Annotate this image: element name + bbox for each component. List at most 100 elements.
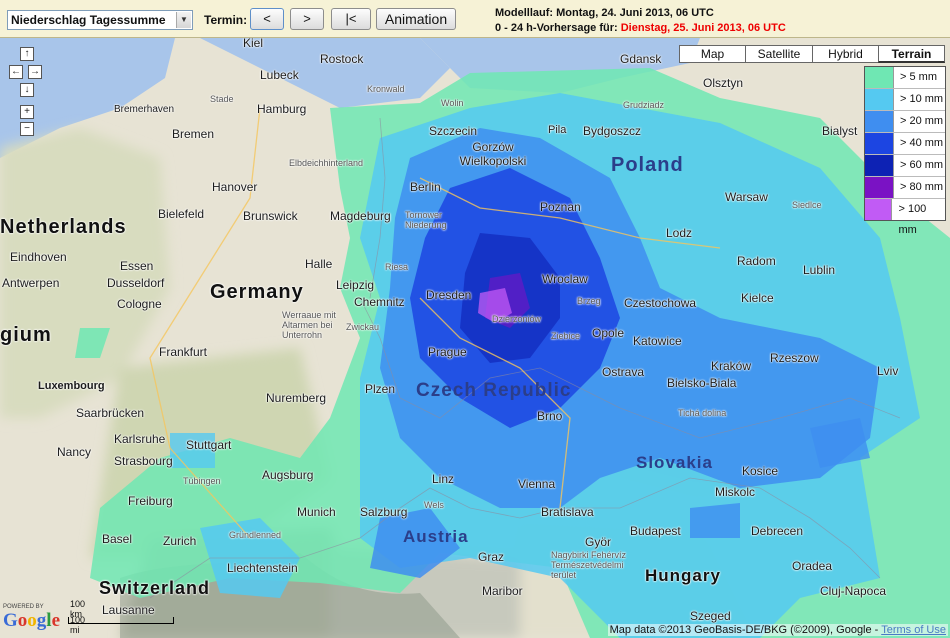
city-lublin: Lublin — [803, 263, 836, 277]
city-lodz: Lodz — [666, 226, 693, 240]
city-miskolc: Miskolc — [715, 485, 756, 499]
city-bydgoszcz: Bydgoszcz — [583, 124, 642, 138]
country-slovakia: Slovakia — [636, 453, 713, 472]
country-belgium-partial: gium — [0, 324, 52, 346]
city-szczecin: Szczecin — [429, 124, 478, 138]
map-canvas[interactable]: Kiel Rostock Lubeck Gdansk Olsztyn Stade… — [0, 38, 950, 638]
city-vienna: Vienna — [518, 477, 556, 491]
city-bielefeld: Bielefeld — [158, 207, 205, 221]
zoom-in-button[interactable]: + — [20, 105, 34, 119]
area-werraaue: Werraaue mit Altarmen bei Unterrohn — [282, 310, 336, 340]
city-szeged: Szeged — [690, 609, 731, 623]
city-freiburg: Freiburg — [128, 494, 173, 508]
map-type-hybrid[interactable]: Hybrid — [812, 45, 879, 63]
city-lviv: Lviv — [877, 364, 899, 378]
termin-label: Termin: — [204, 13, 248, 27]
legend-row: > 100 mm — [865, 199, 945, 236]
city-olsztyn: Olsztyn — [703, 76, 744, 90]
city-czestochowa: Czestochowa — [624, 296, 697, 310]
city-riesa: Riesa — [385, 262, 409, 272]
map-type-map[interactable]: Map — [679, 45, 746, 63]
country-switzerland: Switzerland — [99, 578, 211, 598]
legend-label: > 100 mm — [898, 203, 927, 236]
city-halle: Halle — [305, 257, 333, 271]
city-grudziadz: Grudziadz — [623, 100, 665, 110]
google-logo[interactable]: Google — [3, 610, 60, 632]
pan-left-button[interactable]: ← — [9, 65, 23, 79]
map-type-terrain[interactable]: Terrain — [878, 45, 945, 63]
city-cologne: Cologne — [117, 297, 162, 311]
country-austria: Austria — [403, 527, 469, 546]
map-type-control: Map Satellite Hybrid Terrain — [679, 45, 945, 63]
city-stade: Stade — [210, 94, 234, 104]
city-liechtenstein: Liechtenstein — [227, 561, 298, 575]
city-hanover: Hanover — [212, 180, 258, 194]
city-bielsko: Bielsko-Biala — [667, 376, 737, 390]
city-berlin: Berlin — [410, 180, 441, 194]
previous-button[interactable]: < — [250, 8, 284, 30]
pan-right-button[interactable]: → — [28, 65, 42, 79]
model-run-text: Modelllauf: Montag, 24. Juni 2013, 06 UT… — [495, 7, 714, 19]
city-stuttgart: Stuttgart — [186, 438, 232, 452]
city-essen: Essen — [120, 259, 154, 273]
chevron-down-icon[interactable]: ▼ — [176, 12, 191, 28]
city-bremerhaven: Bremerhaven — [114, 104, 175, 115]
city-lausanne: Lausanne — [102, 603, 155, 617]
city-rzeszow: Rzeszow — [770, 351, 819, 365]
product-select[interactable]: Niederschlag Tagessumme ▼ — [7, 10, 193, 30]
city-munich: Munich — [297, 505, 336, 519]
area-kronwald: Kronwald — [367, 84, 405, 94]
animation-button[interactable]: Animation — [376, 8, 456, 30]
attribution-text: Map data ©2013 GeoBasis-DE/BKG (©2009), … — [609, 624, 882, 636]
city-antwerpen: Antwerpen — [2, 276, 60, 290]
area-tichadolina: Tichá dolina — [678, 408, 727, 418]
zoom-out-button[interactable]: − — [20, 122, 34, 136]
city-tubingen: Tübingen — [183, 476, 221, 486]
pan-down-button[interactable]: ↓ — [20, 83, 34, 97]
terms-of-use-link[interactable]: Terms of Use — [881, 624, 946, 636]
legend-swatch — [865, 155, 894, 176]
pan-up-button[interactable]: ↑ — [20, 47, 34, 61]
city-basel: Basel — [102, 532, 133, 546]
legend-swatch — [865, 199, 893, 220]
precipitation-legend: > 5 mm > 10 mm > 20 mm > 40 mm > 60 mm >… — [864, 66, 946, 236]
city-salzburg: Salzburg — [360, 505, 408, 519]
city-nancy: Nancy — [57, 445, 92, 459]
legend-row: > 80 mm — [865, 177, 945, 199]
legend-label: > 10 mm — [900, 93, 944, 105]
city-brunswick: Brunswick — [243, 209, 298, 223]
city-bratislava: Bratislava — [541, 505, 594, 519]
city-debrecen: Debrecen — [751, 524, 804, 538]
city-wroclaw: Wroclaw — [542, 272, 588, 286]
city-chemnitz: Chemnitz — [354, 295, 405, 309]
city-plzen: Plzen — [365, 382, 396, 396]
city-dresden: Dresden — [426, 288, 472, 302]
legend-swatch — [865, 111, 894, 132]
area-tornower: Tornower Niederung — [405, 210, 447, 230]
city-budapest: Budapest — [630, 524, 681, 538]
city-kielce: Kielce — [741, 291, 774, 305]
city-eindhoven: Eindhoven — [10, 250, 67, 264]
first-button[interactable]: |< — [331, 8, 371, 30]
city-kiel: Kiel — [243, 38, 264, 50]
legend-swatch — [865, 89, 894, 110]
legend-swatch — [865, 133, 894, 154]
legend-swatch — [865, 177, 894, 198]
legend-label: > 20 mm — [900, 115, 944, 127]
product-select-value: Niederschlag Tagessumme — [11, 13, 166, 27]
city-lubeck: Lubeck — [260, 68, 299, 82]
city-strasbourg: Strasbourg — [114, 454, 173, 468]
city-bialyst: Bialyst — [822, 124, 858, 138]
legend-label: > 60 mm — [900, 159, 944, 171]
country-germany: Germany — [210, 281, 304, 303]
forecast-prefix: 0 - 24 h-Vorhersage für: — [495, 22, 621, 34]
city-warsaw: Warsaw — [725, 190, 768, 204]
legend-row: > 40 mm — [865, 133, 945, 155]
city-bremen: Bremen — [172, 127, 215, 141]
legend-row: > 5 mm — [865, 67, 945, 89]
country-poland: Poland — [611, 154, 684, 176]
city-brno: Brno — [537, 409, 563, 423]
map-type-satellite[interactable]: Satellite — [745, 45, 813, 63]
next-button[interactable]: > — [290, 8, 324, 30]
forecast-text: 0 - 24 h-Vorhersage für: Dienstag, 25. J… — [495, 22, 786, 34]
